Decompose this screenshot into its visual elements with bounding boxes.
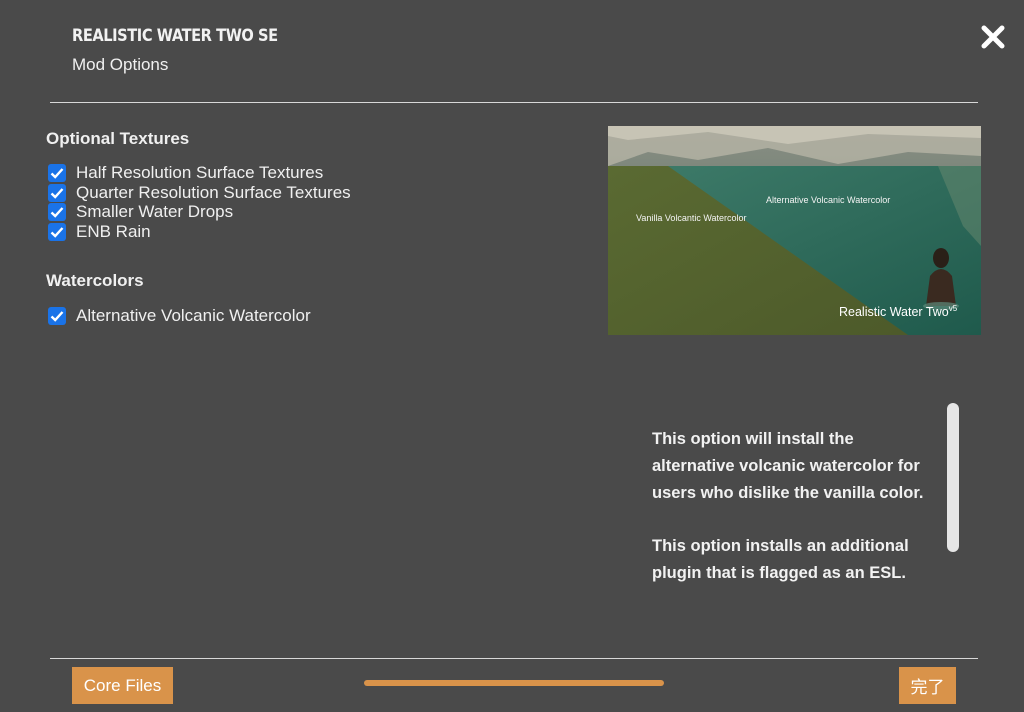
checkbox-checked-icon[interactable] [48, 203, 66, 221]
checkbox-checked-icon[interactable] [48, 307, 66, 325]
header-divider [50, 102, 978, 103]
preview-label-vanilla: Vanilla Volcantic Watercolor [636, 213, 747, 223]
description-paragraph: This option installs an additional plugi… [652, 537, 909, 582]
option-smaller-water-drops[interactable]: Smaller Water Drops [48, 202, 233, 222]
option-label: Smaller Water Drops [76, 202, 234, 221]
finish-button[interactable]: 完了 [899, 667, 956, 704]
progress-bar [364, 680, 664, 686]
option-description: This option will install the alternative… [652, 426, 937, 613]
option-label: ENB Rain [76, 222, 151, 241]
option-half-resolution[interactable]: Half Resolution Surface Textures [48, 163, 323, 183]
back-button[interactable]: Core Files [72, 667, 173, 704]
option-label: Alternative Volcanic Watercolor [76, 306, 311, 325]
close-button[interactable] [978, 22, 1008, 52]
option-enb-rain[interactable]: ENB Rain [48, 222, 151, 242]
page-subtitle: Mod Options [72, 55, 169, 74]
group-title-watercolors: Watercolors [46, 271, 144, 290]
checkbox-checked-icon[interactable] [48, 164, 66, 182]
option-quarter-resolution[interactable]: Quarter Resolution Surface Textures [48, 183, 351, 203]
preview-label-alternative: Alternative Volcanic Watercolor [766, 195, 891, 205]
description-paragraph: This option will install the alternative… [652, 430, 924, 502]
preview-brand: Realistic Water Twov5 [839, 304, 957, 319]
group-title-optional-textures: Optional Textures [46, 129, 190, 148]
option-alternative-volcanic-watercolor[interactable]: Alternative Volcanic Watercolor [48, 306, 311, 326]
preview-image: Vanilla Volcantic Watercolor Alternative… [608, 126, 981, 335]
description-scrollbar[interactable] [947, 403, 959, 552]
preview-brand-text: Realistic Water Two [839, 305, 949, 320]
page-title: REALISTIC WATER TWO SE [72, 26, 278, 46]
checkbox-checked-icon[interactable] [48, 223, 66, 241]
close-icon [981, 25, 1005, 49]
option-label: Quarter Resolution Surface Textures [76, 183, 351, 202]
footer-divider [50, 658, 978, 659]
option-label: Half Resolution Surface Textures [76, 163, 324, 182]
preview-brand-version: v5 [948, 304, 958, 313]
checkbox-checked-icon[interactable] [48, 184, 66, 202]
